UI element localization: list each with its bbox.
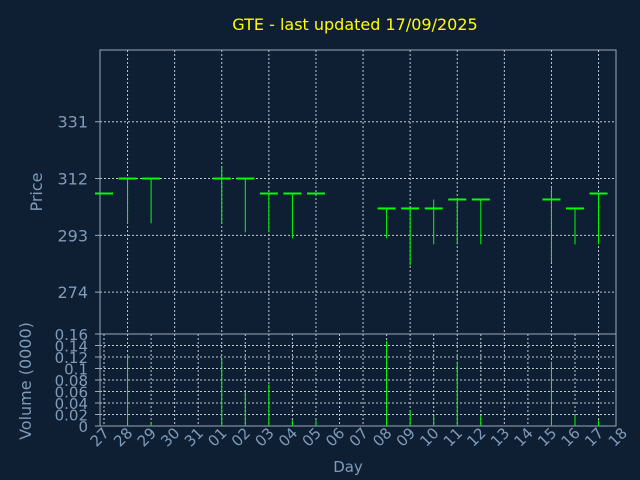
price-bar (283, 192, 302, 239)
volume-tick-label: 0.16 (55, 326, 88, 344)
x-tick-label: 05 (299, 424, 325, 450)
stock-chart: GTE - last updated 17/09/2025 274 293 312 3… (16, 15, 631, 476)
price-marks (95, 166, 608, 266)
x-tick-label: 27 (87, 424, 113, 450)
x-tick-label: 09 (393, 424, 419, 450)
x-ticks: 2728293031010203040506070809101112131415… (87, 424, 631, 450)
volume-panel: 00.020.040.060.080.10.120.140.16 2728293… (16, 322, 631, 476)
x-tick-label: 04 (275, 424, 301, 450)
x-tick-label: 01 (204, 424, 230, 450)
x-axis-label: Day (333, 458, 363, 476)
volume-y-ticks: 00.020.040.060.080.10.120.140.16 (55, 326, 100, 436)
x-tick-label: 16 (558, 424, 584, 450)
price-tick-label: 312 (57, 170, 88, 189)
x-tick-label: 31 (181, 424, 207, 450)
x-tick-label: 02 (228, 424, 254, 450)
price-bar (142, 177, 161, 224)
x-tick-label: 14 (510, 424, 536, 450)
price-bar (424, 199, 443, 245)
x-tick-label: 17 (581, 424, 607, 450)
price-panel: 274 293 312 331 Price (27, 49, 617, 335)
price-grid (100, 50, 616, 334)
price-bar (448, 198, 467, 245)
x-tick-label: 18 (605, 424, 631, 450)
price-y-ticks: 274 293 312 331 (57, 113, 100, 302)
price-bar (118, 177, 137, 224)
x-tick-label: 12 (463, 424, 489, 450)
price-bar (471, 198, 490, 245)
price-tick-label: 331 (57, 113, 88, 132)
chart-title: GTE - last updated 17/09/2025 (232, 15, 477, 34)
x-tick-label: 30 (157, 424, 183, 450)
price-bar (542, 187, 561, 263)
volume-axis-label: Volume (0000) (16, 322, 35, 440)
x-tick-label: 11 (440, 424, 466, 450)
x-tick-label: 13 (487, 424, 513, 450)
price-bar (236, 177, 255, 233)
price-bar (259, 192, 278, 233)
price-tick-label: 274 (57, 283, 88, 302)
volume-marks (127, 340, 600, 426)
price-bar (212, 166, 231, 224)
x-tick-label: 28 (110, 424, 136, 450)
volume-grid (100, 333, 616, 427)
price-bar (589, 192, 608, 245)
x-tick-label: 10 (416, 424, 442, 450)
x-tick-label: 03 (251, 424, 277, 450)
price-bar (401, 207, 420, 266)
x-tick-label: 06 (322, 424, 348, 450)
price-bar (377, 207, 396, 239)
x-tick-label: 07 (346, 424, 372, 450)
x-tick-label: 29 (134, 424, 160, 450)
x-tick-label: 08 (369, 424, 395, 450)
x-tick-label: 15 (534, 424, 560, 450)
price-axis-label: Price (27, 172, 46, 211)
price-tick-label: 293 (57, 226, 88, 245)
price-bar (566, 207, 584, 245)
price-frame (99, 49, 617, 335)
